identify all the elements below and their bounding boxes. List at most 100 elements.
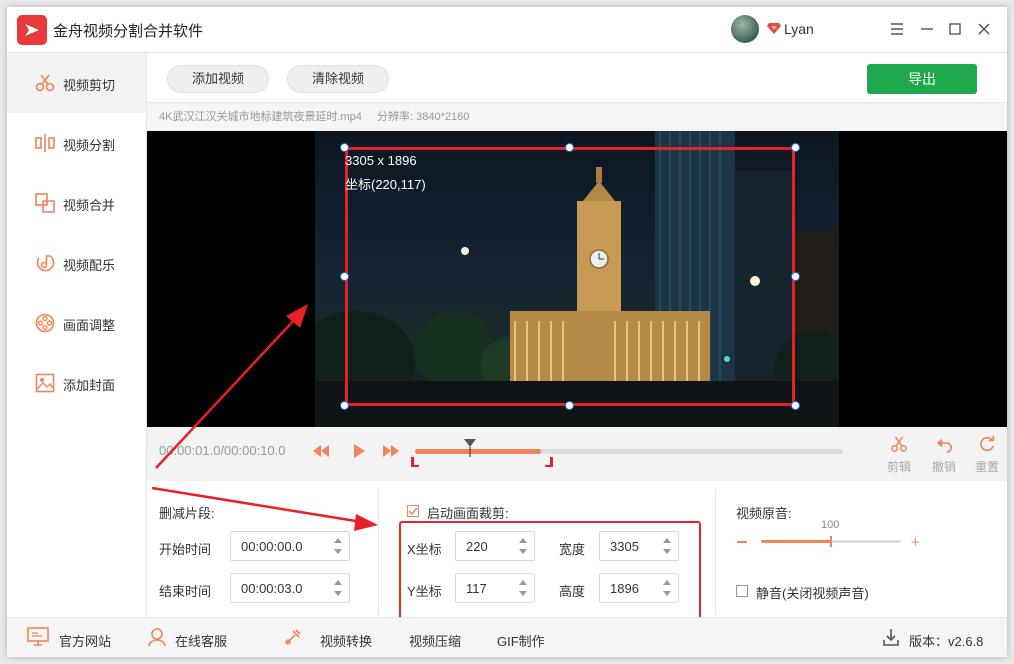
crop-size-label: 3305 x 1896	[345, 153, 417, 168]
volume-slider-fill	[761, 540, 831, 543]
audio-section-title: 视频原音:	[736, 506, 792, 521]
volume-value: 100	[821, 519, 840, 531]
crop-handle-top-right[interactable]	[791, 143, 800, 152]
start-time-value: 00:00:00.0	[241, 539, 303, 554]
volume-slider-thumb[interactable]	[830, 536, 832, 547]
video-convert-link[interactable]: 视频转换	[320, 631, 372, 650]
sidebar-item-label: 视频合并	[63, 198, 116, 213]
add-video-button[interactable]: 添加视频	[167, 65, 269, 93]
sidebar-item-label: 画面调整	[63, 318, 116, 333]
crop-handle-bottom-left[interactable]	[340, 401, 349, 410]
video-preview[interactable]: 3305 x 1896 坐标(220,117)	[147, 131, 1007, 427]
gif-maker-link[interactable]: GIF制作	[497, 631, 545, 650]
file-name: 4K武汉江汉关城市地标建筑夜景延时.mp4	[159, 111, 362, 123]
download-icon	[881, 627, 901, 650]
undo-tool-label: 撤销	[931, 460, 956, 474]
online-support-link[interactable]: 在线客服	[175, 631, 227, 650]
stepper-arrows-icon[interactable]	[333, 536, 343, 556]
timecode: 00:00:01.0/00:00:10.0	[159, 443, 286, 458]
end-time-stepper[interactable]: 00:00:03.0	[230, 573, 350, 603]
crop-coord-label: 坐标(220,117)	[345, 177, 426, 192]
film-reel-icon	[35, 313, 55, 333]
crop-handle-top[interactable]	[565, 143, 574, 152]
maximize-icon[interactable]	[945, 19, 965, 39]
sidebar-item-add-cover[interactable]: 添加封面	[7, 353, 146, 413]
range-start-marker[interactable]	[411, 455, 419, 470]
toolbar: 添加视频 清除视频 导出	[147, 53, 1007, 103]
avatar[interactable]	[731, 15, 759, 43]
close-icon[interactable]	[974, 19, 994, 39]
timeline-bar: 00:00:01.0/00:00:10.0 剪辑 撤销 重置	[147, 427, 1007, 481]
official-website-link[interactable]: 官方网站	[59, 631, 111, 650]
play-icon[interactable]	[349, 441, 369, 464]
sidebar: 视频剪切 视频分割 视频合并 视频配乐 画面调整 添加封面	[7, 53, 147, 617]
status-bar: 官方网站 在线客服 视频转换 视频压缩 GIF制作 版本：v2.6.8	[7, 617, 1007, 657]
trim-section-title: 删减片段:	[159, 506, 215, 521]
export-button[interactable]: 导出	[867, 64, 977, 94]
volume-increase-icon[interactable]: +	[911, 534, 920, 551]
sidebar-item-label: 添加封面	[63, 378, 116, 393]
image-icon	[35, 373, 55, 393]
app-window: 金舟视频分割合并软件 Lyan 视频剪切 视频分割 视频合并 视频配乐 画面调整…	[7, 7, 1007, 657]
volume-decrease-icon[interactable]	[737, 541, 747, 543]
clear-video-button[interactable]: 清除视频	[287, 65, 389, 93]
undo-icon	[936, 438, 952, 453]
crop-enable-checkbox[interactable]	[407, 505, 419, 517]
merge-icon	[35, 193, 55, 213]
reset-icon	[980, 435, 995, 452]
file-resolution: 分辨率: 3840*2160	[376, 111, 470, 123]
convert-tool-icon	[283, 627, 303, 650]
reset-tool-label: 重置	[974, 460, 999, 474]
rewind-icon[interactable]	[311, 441, 331, 464]
app-title: 金舟视频分割合并软件	[53, 23, 204, 40]
crop-section-title: 启动画面裁剪:	[427, 506, 509, 521]
sidebar-item-video-cut[interactable]: 视频剪切	[7, 53, 146, 113]
sidebar-item-label: 视频剪切	[63, 78, 116, 93]
split-icon	[35, 133, 55, 153]
crop-handle-left[interactable]	[340, 272, 349, 281]
scissors-icon	[35, 73, 55, 93]
video-compress-link[interactable]: 视频压缩	[409, 631, 461, 650]
sidebar-item-video-music[interactable]: 视频配乐	[7, 233, 146, 293]
range-end-marker[interactable]	[545, 455, 553, 470]
app-logo-icon	[17, 15, 47, 45]
monitor-icon	[27, 627, 49, 650]
timeline-selected-range[interactable]	[415, 449, 541, 454]
crop-handle-bottom[interactable]	[565, 401, 574, 410]
sidebar-item-video-merge[interactable]: 视频合并	[7, 173, 146, 233]
cut-tool-button[interactable]: 剪辑	[882, 435, 916, 475]
start-time-label: 开始时间	[159, 542, 212, 557]
end-time-label: 结束时间	[159, 584, 212, 599]
fast-forward-icon[interactable]	[381, 441, 401, 464]
sidebar-item-label: 视频分割	[63, 138, 116, 153]
end-time-value: 00:00:03.0	[241, 581, 303, 596]
playhead-marker[interactable]	[464, 439, 476, 460]
crop-handle-right[interactable]	[791, 272, 800, 281]
divider	[715, 489, 716, 615]
mute-label: 静音(关闭视频声音)	[756, 586, 869, 601]
file-info-bar: 4K武汉江汉关城市地标建筑夜景延时.mp4 分辨率: 3840*2160	[147, 103, 1007, 131]
mute-checkbox[interactable]	[736, 585, 748, 597]
version-label: 版本：v2.6.8	[909, 634, 984, 649]
undo-tool-button[interactable]: 撤销	[927, 435, 961, 475]
settings-panels: 删减片段: 开始时间 00:00:00.0 结束时间 00:00:03.0 启动…	[147, 481, 1007, 627]
reset-tool-button[interactable]: 重置	[970, 435, 1004, 475]
title-bar: 金舟视频分割合并软件 Lyan	[7, 7, 1007, 53]
vip-diamond-icon	[767, 22, 781, 37]
start-time-stepper[interactable]: 00:00:00.0	[230, 531, 350, 561]
username[interactable]: Lyan	[784, 21, 814, 37]
support-agent-icon	[147, 627, 167, 650]
crop-handle-top-left[interactable]	[340, 143, 349, 152]
cut-tool-label: 剪辑	[886, 460, 911, 474]
music-note-icon	[35, 253, 55, 273]
scissors-icon	[891, 436, 907, 452]
menu-icon[interactable]	[887, 19, 907, 39]
crop-handle-bottom-right[interactable]	[791, 401, 800, 410]
divider	[378, 489, 379, 615]
sidebar-item-picture-adjust[interactable]: 画面调整	[7, 293, 146, 353]
sidebar-item-video-split[interactable]: 视频分割	[7, 113, 146, 173]
stepper-arrows-icon[interactable]	[333, 578, 343, 598]
minimize-icon[interactable]	[917, 19, 937, 39]
sidebar-item-label: 视频配乐	[63, 258, 116, 273]
crop-fields-highlight	[399, 521, 701, 627]
